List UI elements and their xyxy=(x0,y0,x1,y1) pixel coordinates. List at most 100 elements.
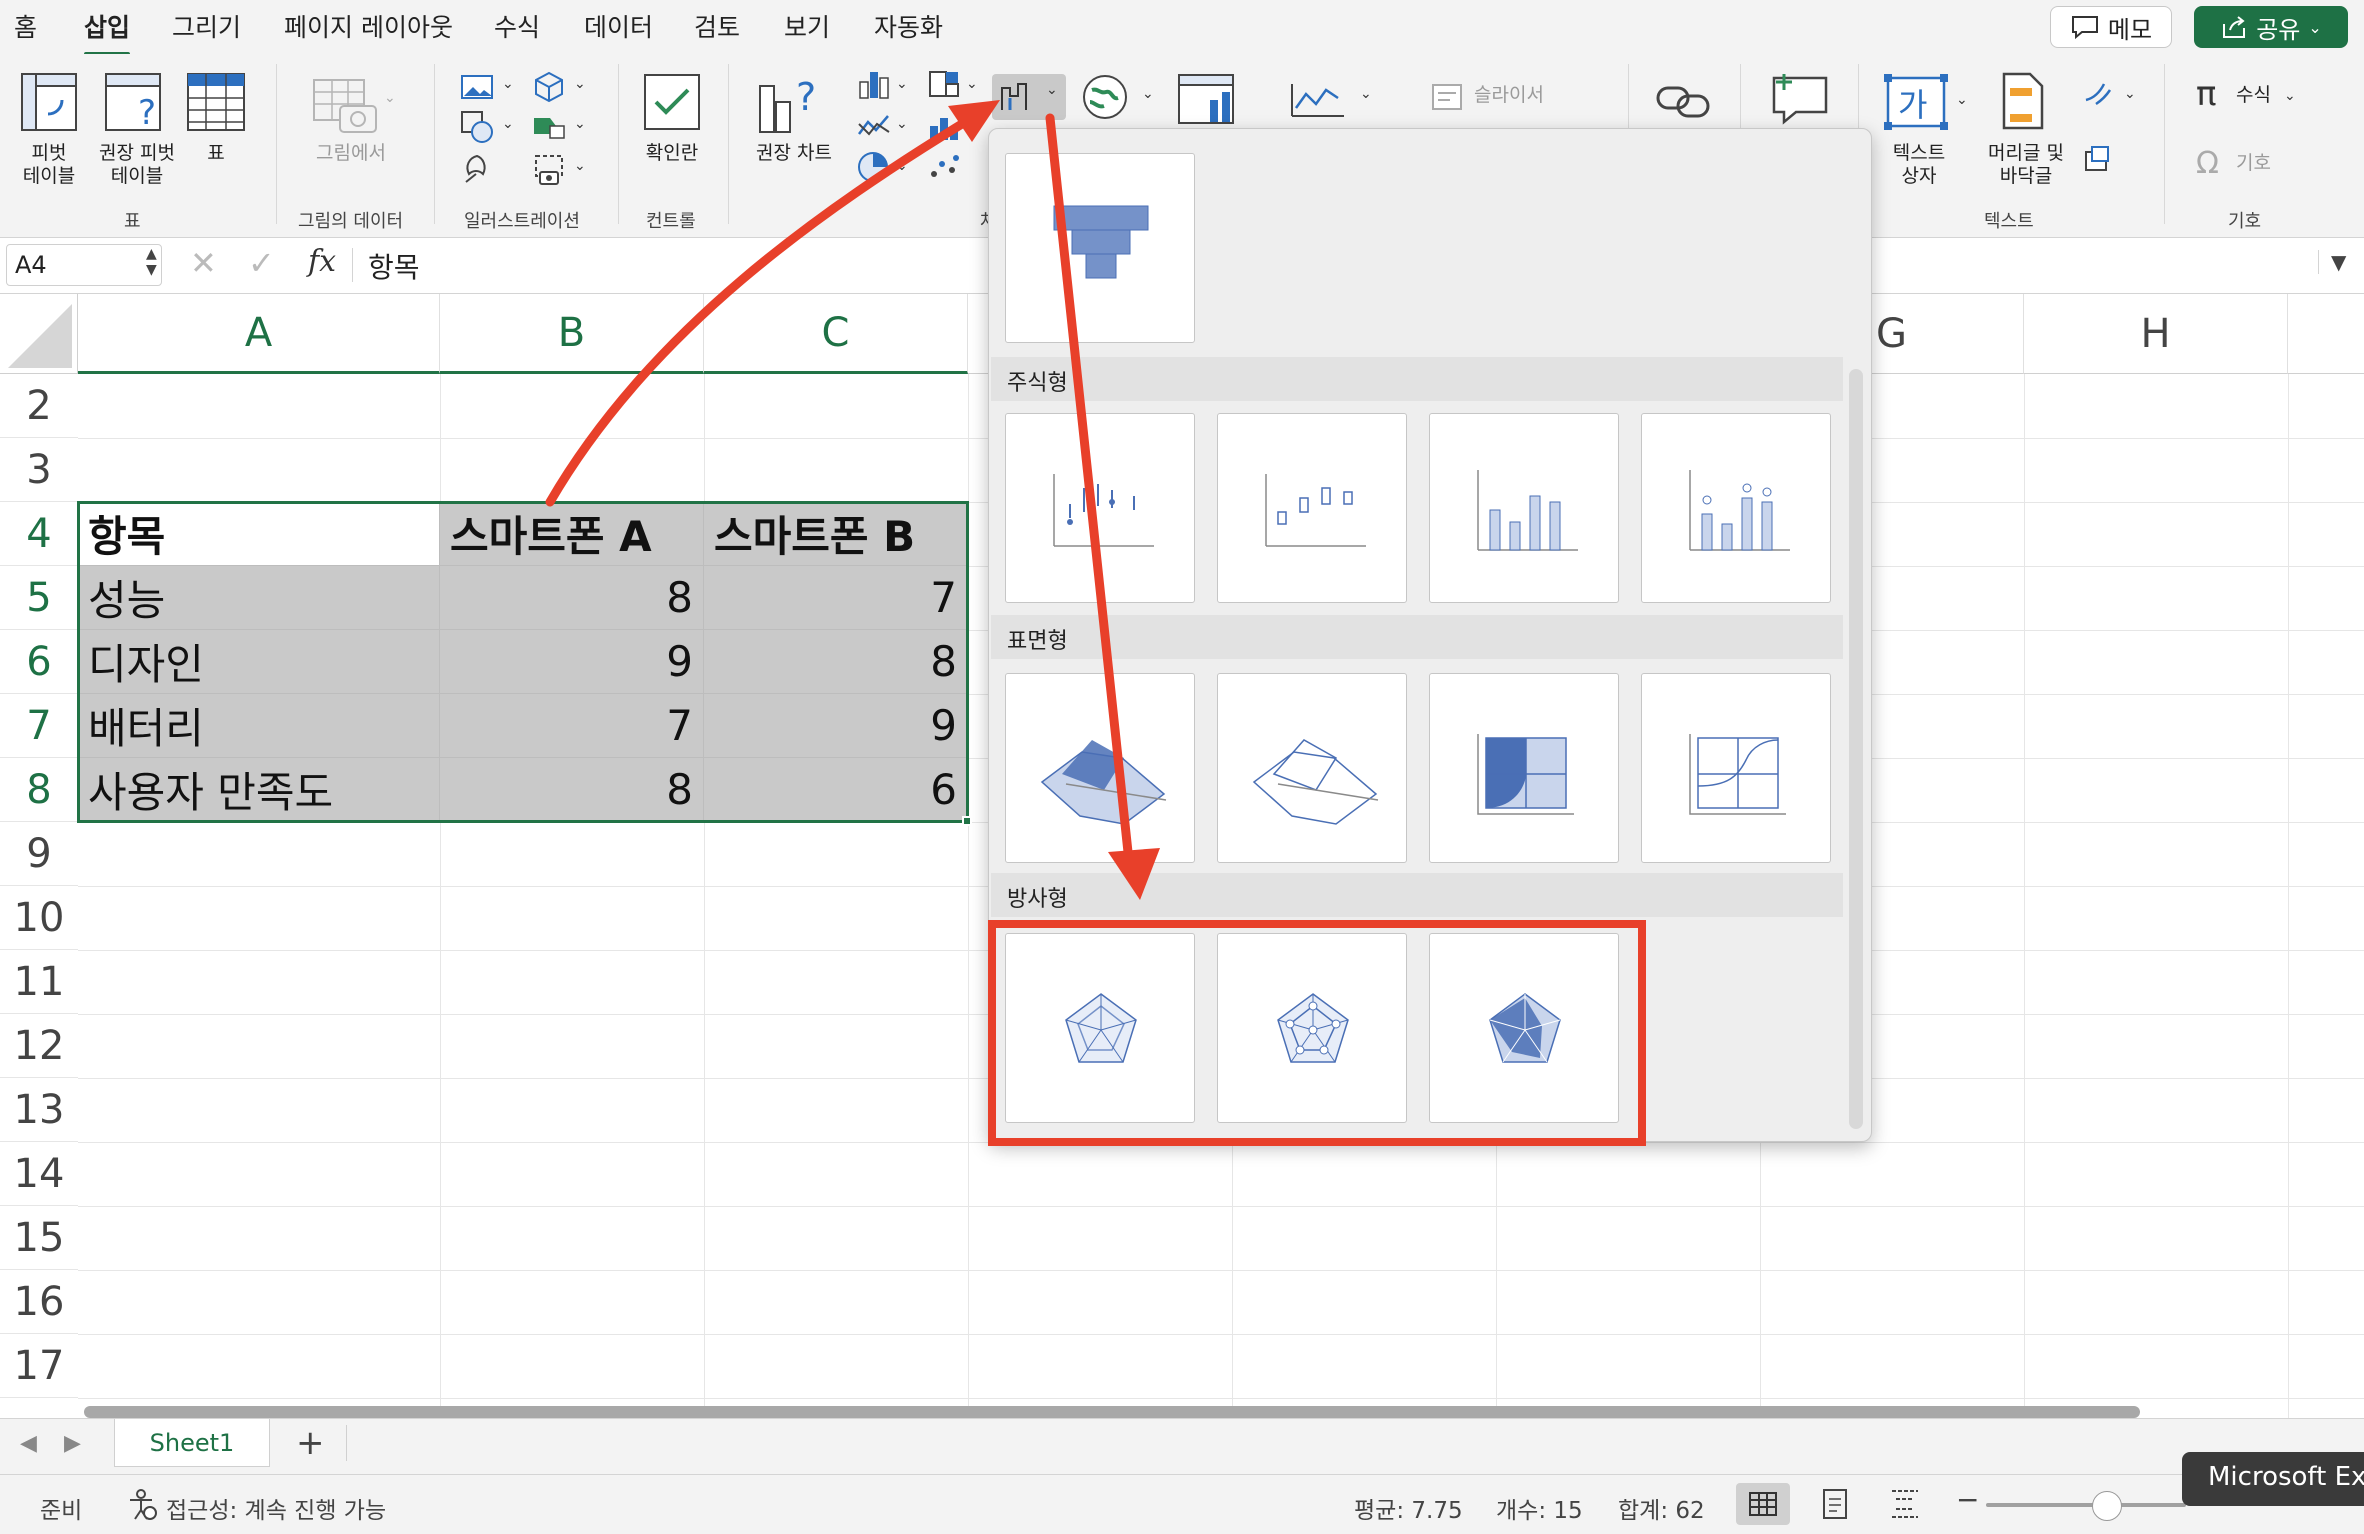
row-header[interactable]: 15 xyxy=(0,1206,78,1270)
table-cell[interactable]: 7 xyxy=(440,694,704,758)
pictures-icon[interactable] xyxy=(460,72,496,106)
select-all-corner[interactable] xyxy=(0,294,78,374)
add-sheet-button[interactable]: + xyxy=(296,1423,325,1463)
row-header[interactable]: 17 xyxy=(0,1334,78,1398)
normal-view-button[interactable] xyxy=(1736,1483,1790,1525)
table-cell[interactable]: 6 xyxy=(704,758,968,822)
stock-ohlc-tile[interactable] xyxy=(1217,413,1407,603)
scroll-left-icon[interactable]: ◀ xyxy=(20,1431,37,1456)
pie-chart-icon[interactable] xyxy=(856,150,890,188)
stock-hlc-tile[interactable] xyxy=(1005,413,1195,603)
zoom-out-button[interactable]: − xyxy=(1956,1483,1979,1516)
name-box[interactable]: A4 xyxy=(6,244,162,286)
formula-input[interactable]: 항목 xyxy=(368,246,420,286)
stepper-icon[interactable]: ▲ ▼ xyxy=(146,246,157,278)
wordart-icon[interactable] xyxy=(2082,80,2116,114)
row-header[interactable]: 6 xyxy=(0,630,78,694)
table-header-cell[interactable]: 항목 xyxy=(78,502,440,566)
maps-icon[interactable] xyxy=(1080,72,1130,126)
icons-icon[interactable] xyxy=(460,152,494,190)
table-cell[interactable]: 사용자 만족도 xyxy=(78,758,440,822)
line-chart-icon[interactable] xyxy=(856,110,892,146)
equation-icon[interactable]: π xyxy=(2196,74,2216,114)
zoom-slider-thumb[interactable] xyxy=(2092,1491,2122,1521)
checkbox-icon[interactable] xyxy=(642,72,702,136)
screenshot-icon[interactable] xyxy=(532,152,568,190)
memo-button[interactable]: 메모 xyxy=(2050,6,2172,48)
row-header[interactable]: 13 xyxy=(0,1078,78,1142)
omega-icon[interactable]: Ω xyxy=(2196,146,2219,181)
fx-label[interactable]: fx xyxy=(308,244,336,279)
sheet-tab-sheet1[interactable]: Sheet1 xyxy=(114,1419,270,1467)
column-header-h[interactable]: H xyxy=(2024,294,2288,374)
table-cell[interactable]: 7 xyxy=(704,566,968,630)
fill-handle[interactable] xyxy=(962,816,972,826)
zoom-slider[interactable] xyxy=(1986,1503,2186,1507)
gallery-scrollbar[interactable] xyxy=(1849,369,1863,1129)
column-header-a[interactable]: A xyxy=(78,294,440,374)
symbol-label[interactable]: 기호 xyxy=(2236,152,2271,175)
tab-formulas[interactable]: 수식 xyxy=(494,8,540,44)
pivot-chart-icon[interactable] xyxy=(1176,72,1242,132)
radar-chart-tile[interactable] xyxy=(1005,933,1195,1123)
row-header[interactable]: 12 xyxy=(0,1014,78,1078)
row-header[interactable]: 8 xyxy=(0,758,78,822)
filled-radar-chart-tile[interactable] xyxy=(1429,933,1619,1123)
tab-draw[interactable]: 그리기 xyxy=(172,8,241,44)
row-header[interactable]: 14 xyxy=(0,1142,78,1206)
table-cell[interactable]: 디자인 xyxy=(78,630,440,694)
shapes-icon[interactable] xyxy=(460,110,496,148)
horizontal-scrollbar[interactable] xyxy=(84,1406,2140,1418)
table-cell[interactable]: 8 xyxy=(440,758,704,822)
page-layout-view-icon[interactable] xyxy=(1820,1487,1850,1525)
scatter-chart-icon[interactable] xyxy=(926,152,962,186)
tab-insert[interactable]: 삽입 xyxy=(84,8,131,56)
link-icon[interactable] xyxy=(1654,76,1714,130)
smartart-icon[interactable] xyxy=(532,112,566,146)
radar-markers-chart-tile[interactable] xyxy=(1217,933,1407,1123)
picture-data-icon[interactable] xyxy=(310,76,390,140)
row-header[interactable]: 11 xyxy=(0,950,78,1014)
scroll-right-icon[interactable]: ▶ xyxy=(64,1431,81,1456)
row-header[interactable]: 3 xyxy=(0,438,78,502)
row-header[interactable]: 4 xyxy=(0,502,78,566)
table-header-cell[interactable]: 스마트폰 A xyxy=(440,502,704,566)
row-header[interactable]: 9 xyxy=(0,822,78,886)
contour-tile[interactable] xyxy=(1429,673,1619,863)
expand-formula-icon[interactable]: ▼ xyxy=(2318,250,2346,274)
stock-vohlc-tile[interactable] xyxy=(1641,413,1831,603)
header-footer-icon[interactable] xyxy=(2000,70,2046,136)
tab-page-layout[interactable]: 페이지 레이아웃 xyxy=(284,8,453,44)
new-comment-icon[interactable] xyxy=(1768,68,1834,132)
table-cell[interactable]: 성능 xyxy=(78,566,440,630)
pivot-table-icon[interactable] xyxy=(20,72,78,136)
table-header-cell[interactable]: 스마트폰 B xyxy=(704,502,968,566)
surface-3d-tile[interactable] xyxy=(1005,673,1195,863)
sparkline-icon[interactable] xyxy=(1288,76,1348,130)
stock-vhlc-tile[interactable] xyxy=(1429,413,1619,603)
column-header-b[interactable]: B xyxy=(440,294,704,374)
tab-automate[interactable]: 자동화 xyxy=(874,8,943,44)
object-icon[interactable] xyxy=(2082,144,2112,178)
recommended-pivot-icon[interactable]: ? xyxy=(104,72,166,136)
table-cell[interactable]: 9 xyxy=(704,694,968,758)
slicer-icon[interactable] xyxy=(1430,80,1466,118)
table-cell[interactable]: 8 xyxy=(440,566,704,630)
table-cell[interactable]: 배터리 xyxy=(78,694,440,758)
recommended-charts-icon[interactable]: ? xyxy=(756,72,832,140)
column-header-partial[interactable] xyxy=(2288,294,2364,374)
share-button[interactable]: 공유 ⌄ xyxy=(2194,6,2348,48)
row-header[interactable]: 2 xyxy=(0,374,78,438)
table-icon[interactable] xyxy=(186,72,246,136)
page-break-view-icon[interactable] xyxy=(1888,1487,1922,1525)
statistic-chart-icon[interactable] xyxy=(926,112,962,146)
table-cell[interactable]: 8 xyxy=(704,630,968,694)
surface-wireframe-tile[interactable] xyxy=(1217,673,1407,863)
equation-label[interactable]: 수식 xyxy=(2236,84,2271,107)
accessibility-icon[interactable] xyxy=(124,1487,158,1525)
column-chart-icon[interactable] xyxy=(856,68,892,104)
tab-home[interactable]: 홈 xyxy=(14,8,37,44)
row-header[interactable]: 16 xyxy=(0,1270,78,1334)
row-header[interactable]: 5 xyxy=(0,566,78,630)
row-header[interactable]: 7 xyxy=(0,694,78,758)
